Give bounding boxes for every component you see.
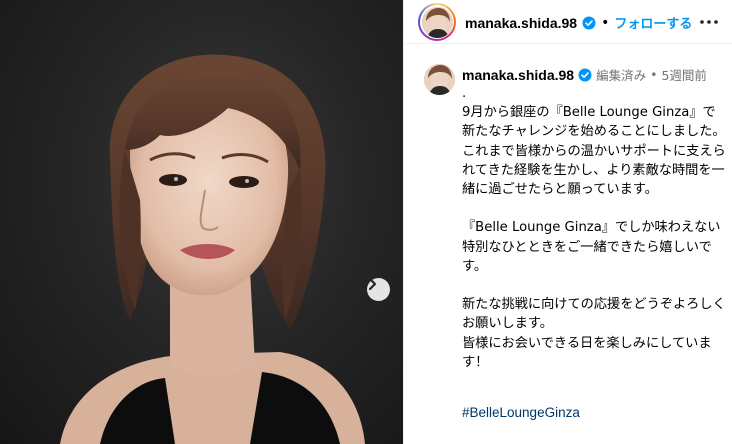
more-options-button[interactable] <box>699 13 719 31</box>
author-username[interactable]: manaka.shida.98 <box>465 15 577 31</box>
next-image-button[interactable] <box>367 278 390 301</box>
avatar-image <box>421 6 453 38</box>
separator-dot: • <box>650 67 658 82</box>
avatar-image <box>424 64 455 95</box>
post-timestamp[interactable]: 5週間前 <box>661 65 706 84</box>
post-header: manaka.shida.98 • フォローする <box>404 0 732 44</box>
verified-badge-icon <box>582 16 596 29</box>
verified-badge-icon <box>578 68 592 81</box>
follow-button[interactable]: フォローする <box>614 13 692 32</box>
caption-text: . 9月から銀座の『Belle Lounge Ginza』で新たなチャレンジを始… <box>462 86 726 370</box>
post-side-panel: manaka.shida.98 • フォローする manaka.shida.98… <box>403 0 732 444</box>
post-photo[interactable] <box>0 0 403 444</box>
chevron-right-icon <box>368 278 377 290</box>
separator-dot: • <box>601 14 610 31</box>
caption-avatar[interactable] <box>424 64 455 95</box>
author-avatar[interactable] <box>418 3 456 41</box>
caption-username[interactable]: manaka.shida.98 <box>462 67 574 83</box>
hashtag-link[interactable]: #BelleLoungeGinza <box>462 405 580 420</box>
more-horizontal-icon <box>700 20 718 24</box>
portrait-illustration <box>60 54 365 444</box>
edited-label: 編集済み <box>596 68 647 83</box>
caption-meta: manaka.shida.98 編集済み • 5週間前 <box>462 65 707 84</box>
